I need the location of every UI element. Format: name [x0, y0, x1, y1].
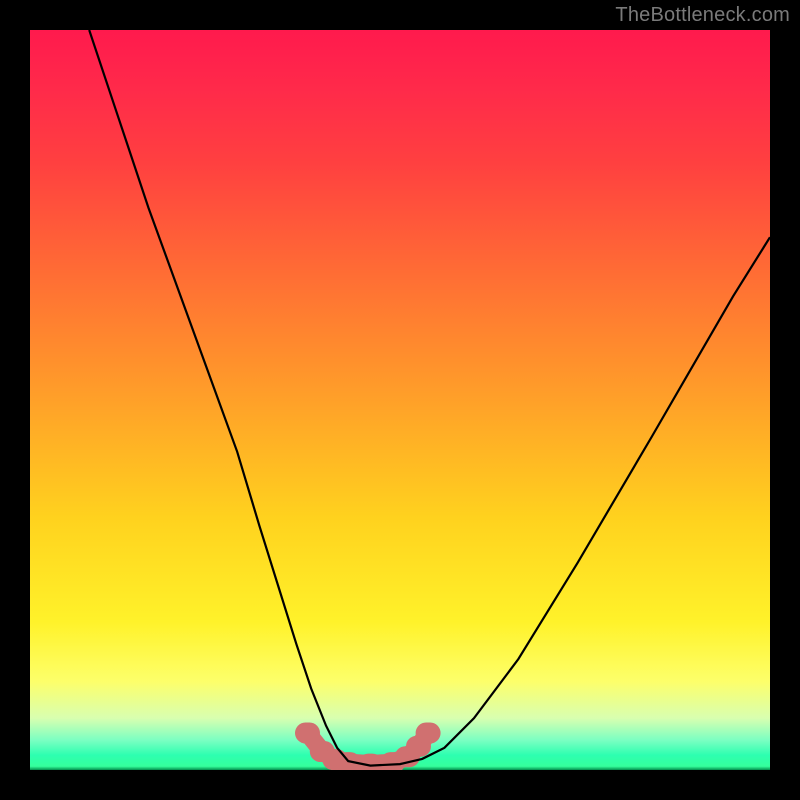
bottom-markers — [306, 733, 431, 764]
chart-frame: TheBottleneck.com — [0, 0, 800, 800]
curve-layer — [30, 30, 770, 770]
watermark-text: TheBottleneck.com — [615, 4, 790, 27]
plot-area — [30, 30, 770, 770]
bottleneck-curve — [89, 30, 770, 766]
